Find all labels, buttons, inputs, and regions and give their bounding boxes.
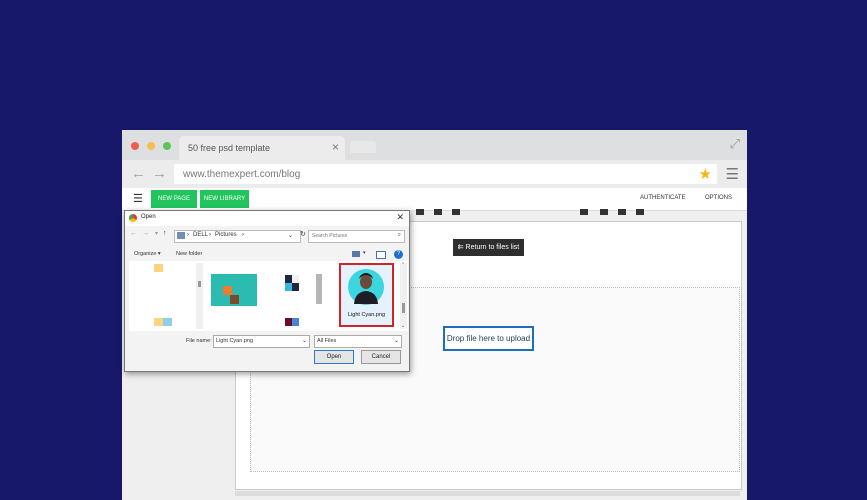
search-input[interactable]: Search Pictures ⌕ xyxy=(308,230,405,243)
return-to-files-button[interactable]: ⇇ Return to files list xyxy=(453,239,524,256)
toolbar-icon[interactable] xyxy=(618,209,626,215)
file-thumbnail[interactable] xyxy=(163,318,172,326)
selected-file-light-cyan[interactable]: Light Cyan.png xyxy=(339,263,394,327)
close-icon[interactable]: ✕ xyxy=(396,212,404,223)
file-label: Light Cyan.png xyxy=(348,312,385,318)
chevron-down-icon[interactable]: ⌄ xyxy=(394,337,399,344)
toolbar-icon[interactable] xyxy=(452,209,460,215)
chevron-down-icon[interactable]: ▾ xyxy=(155,230,158,237)
bookmark-star-icon[interactable]: ★ xyxy=(699,165,712,183)
panel-footer xyxy=(235,491,740,496)
address-bar-row: ← → www.themexpert.com/blog ★ ☰ xyxy=(122,160,747,188)
chevron-right-icon: › xyxy=(209,232,211,238)
file-thumbnail[interactable] xyxy=(292,275,299,283)
preview-pane-icon[interactable] xyxy=(376,251,386,259)
breadcrumb-dell[interactable]: DELL xyxy=(193,232,208,238)
forward-arrow-icon[interactable]: → xyxy=(142,230,149,237)
breadcrumb[interactable]: › DELL › Pictures › ⌄ xyxy=(174,230,301,243)
portrait-image xyxy=(348,269,384,305)
file-type-value: All Files xyxy=(317,338,337,344)
organize-row: Organize ▾ New folder ▾ ? xyxy=(125,247,409,261)
dialog-title: Open xyxy=(141,214,156,220)
options-link[interactable]: OPTIONS xyxy=(705,195,732,201)
file-thumbnail[interactable] xyxy=(292,318,299,326)
file-thumbnail[interactable] xyxy=(154,318,163,326)
browser-menu-icon[interactable]: ☰ xyxy=(726,165,739,183)
chevron-down-icon[interactable]: ⌄ xyxy=(302,337,307,344)
help-icon[interactable]: ? xyxy=(394,250,403,259)
organize-menu[interactable]: Organize ▾ xyxy=(134,251,161,257)
authenticate-link[interactable]: AUTHENTICATE xyxy=(640,195,686,201)
toolbar-icon[interactable] xyxy=(636,209,644,215)
file-thumbnail[interactable] xyxy=(285,283,292,291)
file-type-select[interactable]: All Files ⌄ xyxy=(314,335,402,348)
file-list: Light Cyan.png ⌃ ⌄ xyxy=(129,261,408,331)
file-thumbnail[interactable] xyxy=(285,318,292,326)
app-toolbar: ☰ NEW PAGE NEW LIBRARY AUTHENTICATE OPTI… xyxy=(122,188,747,211)
browser-tab[interactable]: 50 free psd template × xyxy=(179,136,345,160)
back-arrow-icon[interactable]: ← xyxy=(131,165,146,182)
new-tab-button[interactable] xyxy=(350,141,376,153)
url-bar[interactable]: www.themexpert.com/blog ★ xyxy=(174,164,717,184)
file-name-input[interactable]: Light Cyan.png ⌄ xyxy=(213,335,310,348)
tab-title: 50 free psd template xyxy=(188,143,271,153)
file-name-value: Light Cyan.png xyxy=(216,338,253,344)
path-row: ← → ▾ ↑ › DELL › Pictures › ⌄ ↻ Search P… xyxy=(125,227,409,245)
expand-icon[interactable]: ⤢ xyxy=(730,136,740,152)
new-page-button[interactable]: NEW PAGE xyxy=(151,190,197,208)
open-file-dialog: Open ✕ ← → ▾ ↑ › DELL › Pictures › ⌄ ↻ S… xyxy=(124,210,410,372)
new-library-button[interactable]: NEW LIBRARY xyxy=(200,190,249,208)
forward-arrow-icon[interactable]: → xyxy=(152,165,167,182)
search-icon: ⌕ xyxy=(397,232,401,238)
new-folder-button[interactable]: New folder xyxy=(176,251,202,257)
url-text: www.themexpert.com/blog xyxy=(183,169,301,180)
toolbar-icon[interactable] xyxy=(416,209,424,215)
file-thumbnail[interactable] xyxy=(316,274,322,304)
minimize-window-button[interactable] xyxy=(147,142,155,150)
chevron-right-icon: › xyxy=(242,232,244,238)
hamburger-menu-icon[interactable]: ☰ xyxy=(133,192,143,205)
scrollbar[interactable] xyxy=(196,263,203,329)
chevron-right-icon: › xyxy=(187,232,189,238)
open-button[interactable]: Open xyxy=(314,350,354,364)
toolbar-icon[interactable] xyxy=(580,209,588,215)
maximize-window-button[interactable] xyxy=(163,142,171,150)
file-thumbnail[interactable] xyxy=(211,274,257,306)
drop-zone-label[interactable]: Drop file here to upload xyxy=(443,326,534,351)
file-thumbnail[interactable] xyxy=(285,275,292,283)
title-bar: 50 free psd template × ⤢ xyxy=(122,130,747,160)
folder-icon xyxy=(177,232,185,239)
chevron-down-icon[interactable]: ⌄ xyxy=(288,232,293,239)
dialog-title-bar: Open ✕ xyxy=(125,211,409,226)
tab-close-icon[interactable]: × xyxy=(332,141,339,153)
file-thumbnail[interactable] xyxy=(154,264,163,272)
file-name-label: File name: xyxy=(186,338,212,344)
refresh-icon[interactable]: ↻ xyxy=(300,230,306,238)
chrome-icon xyxy=(129,214,137,222)
back-arrow-icon[interactable]: ← xyxy=(130,230,137,237)
cancel-button[interactable]: Cancel xyxy=(361,350,401,364)
scrollbar[interactable]: ⌃ ⌄ xyxy=(400,262,407,329)
file-thumbnail[interactable] xyxy=(292,283,299,291)
close-window-button[interactable] xyxy=(131,142,139,150)
file-name-row: File name: Light Cyan.png ⌄ All Files ⌄ xyxy=(125,334,409,348)
view-options-icon[interactable] xyxy=(352,251,360,257)
breadcrumb-pictures[interactable]: Pictures xyxy=(215,232,237,238)
toolbar-icon[interactable] xyxy=(600,209,608,215)
search-placeholder: Search Pictures xyxy=(312,233,348,239)
up-arrow-icon[interactable]: ↑ xyxy=(163,230,167,237)
toolbar-icon[interactable] xyxy=(434,209,442,215)
chevron-down-icon[interactable]: ▾ xyxy=(363,250,366,256)
